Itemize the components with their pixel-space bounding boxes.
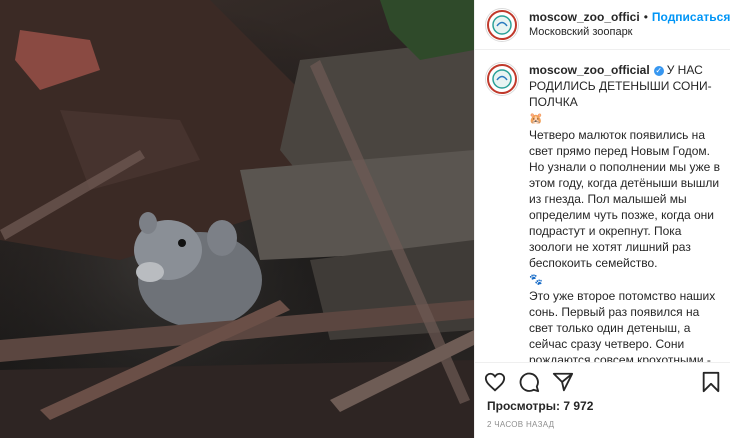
post-modal: moscow_zoo_offici • Подписаться Московский… xyxy=(0,0,730,438)
like-button[interactable] xyxy=(483,370,507,394)
paw-prints-icon: 🐾 xyxy=(529,274,543,286)
caption-paragraph-2: Это уже второе потомство наших сонь. Пер… xyxy=(529,289,716,362)
comment-button[interactable] xyxy=(517,370,541,394)
zoo-logo-icon xyxy=(487,64,517,94)
heart-icon xyxy=(484,372,506,391)
save-button[interactable] xyxy=(699,370,723,394)
follow-button[interactable]: Подписаться xyxy=(652,10,730,24)
share-button[interactable] xyxy=(551,370,575,394)
header-separator: • xyxy=(643,9,648,24)
caption-paragraph-1: Четверо малюток появились на свет прямо … xyxy=(529,128,721,270)
caption-avatar[interactable] xyxy=(485,62,519,96)
action-bar xyxy=(475,362,730,400)
video-frame-image xyxy=(0,0,474,438)
location-link[interactable]: Московский зоопарк xyxy=(529,25,730,40)
avatar[interactable] xyxy=(485,7,519,42)
views-count[interactable]: Просмотры: 7 972 xyxy=(487,399,593,413)
header-username[interactable]: moscow_zoo_offici xyxy=(529,10,640,24)
share-icon xyxy=(552,372,574,391)
caption-text: moscow_zoo_official ✓ У НАС РОДИЛИСЬ ДЕТЕН… xyxy=(529,62,721,362)
bookmark-icon xyxy=(702,371,720,392)
post-sidebar: moscow_zoo_offici • Подписаться Московский… xyxy=(474,0,730,438)
post-timestamp[interactable]: 2 ЧАСОВ НАЗАД xyxy=(487,420,554,429)
zoo-logo-icon xyxy=(487,9,517,40)
post-caption: moscow_zoo_official ✓ У НАС РОДИЛИСЬ ДЕТЕН… xyxy=(475,62,730,362)
hamster-icon: 🐹 xyxy=(529,113,543,125)
caption-username[interactable]: moscow_zoo_official xyxy=(529,63,650,77)
verified-badge-icon: ✓ xyxy=(653,65,664,76)
post-header: moscow_zoo_offici • Подписаться Московский… xyxy=(475,0,730,50)
comment-icon xyxy=(519,372,540,392)
post-video[interactable] xyxy=(0,0,474,438)
